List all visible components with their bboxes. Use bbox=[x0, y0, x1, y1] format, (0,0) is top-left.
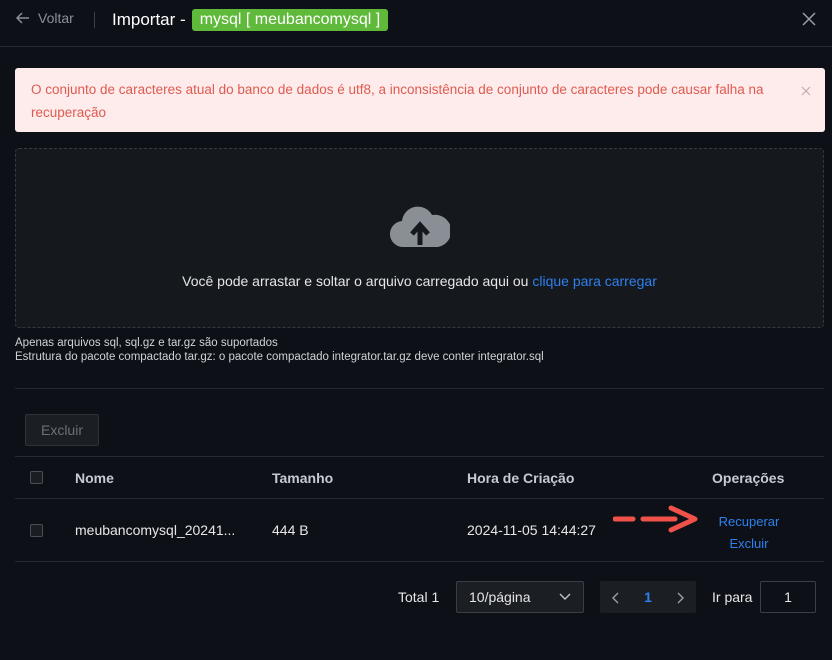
cloud-upload-icon bbox=[389, 201, 452, 254]
title-prefix: Importar - bbox=[112, 10, 186, 29]
row-size: 444 B bbox=[272, 522, 309, 538]
chevron-left-icon[interactable] bbox=[612, 591, 620, 609]
upload-dropzone[interactable]: Você pode arrastar e soltar o arquivo ca… bbox=[15, 148, 824, 328]
chevron-right-icon[interactable] bbox=[676, 591, 684, 609]
row-name: meubancomysql_20241... bbox=[75, 522, 236, 538]
pagination: Total 1 10/página 1 Ir para bbox=[0, 581, 832, 613]
section-divider bbox=[15, 388, 824, 389]
dialog-header: Voltar Importar - mysql [ meubancomysql … bbox=[0, 0, 832, 47]
goto-label: Ir para bbox=[712, 589, 753, 605]
charset-warning-alert: O conjunto de caracteres atual do banco … bbox=[15, 68, 825, 132]
current-page[interactable]: 1 bbox=[640, 589, 656, 605]
dialog-title: Importar - mysql [ meubancomysql ] bbox=[112, 9, 389, 31]
close-icon[interactable] bbox=[802, 12, 816, 31]
page-size-value: 10/página bbox=[469, 589, 531, 605]
arrow-left-icon bbox=[16, 12, 30, 24]
tar-structure-hint: Estrutura do pacote compactado tar.gz: o… bbox=[15, 351, 544, 363]
column-name: Nome bbox=[75, 469, 114, 486]
alert-close-icon[interactable] bbox=[801, 80, 811, 103]
row-operations: Recuperar Excluir bbox=[715, 511, 783, 555]
delete-link[interactable]: Excluir bbox=[715, 533, 783, 555]
header-divider bbox=[94, 12, 95, 28]
select-all-checkbox[interactable] bbox=[30, 457, 43, 498]
dropzone-instructions: Você pode arrastar e soltar o arquivo ca… bbox=[182, 273, 529, 289]
row-checkbox[interactable] bbox=[30, 499, 43, 561]
column-created: Hora de Criação bbox=[467, 469, 575, 486]
database-tag: mysql [ meubancomysql ] bbox=[191, 9, 389, 31]
page-size-select[interactable]: 10/página bbox=[456, 581, 584, 613]
bulk-delete-button[interactable]: Excluir bbox=[25, 414, 99, 446]
chevron-down-icon bbox=[559, 593, 571, 600]
page-nav: 1 bbox=[600, 581, 696, 613]
column-operations: Operações bbox=[712, 469, 785, 486]
annotation-arrow-icon bbox=[612, 505, 699, 538]
click-to-upload-link[interactable]: clique para carregar bbox=[532, 273, 657, 289]
back-button[interactable]: Voltar bbox=[16, 10, 74, 26]
table-header: Nome Tamanho Hora de Criação Operações bbox=[15, 456, 824, 499]
backup-table: Nome Tamanho Hora de Criação Operações m… bbox=[15, 456, 824, 562]
upload-hints: Apenas arquivos sql, sql.gz e tar.gz são… bbox=[15, 336, 544, 364]
back-label: Voltar bbox=[38, 10, 74, 26]
restore-link[interactable]: Recuperar bbox=[715, 511, 783, 533]
dropzone-text: Você pode arrastar e soltar o arquivo ca… bbox=[16, 273, 823, 289]
supported-formats-hint: Apenas arquivos sql, sql.gz e tar.gz são… bbox=[15, 337, 278, 349]
column-size: Tamanho bbox=[272, 469, 334, 486]
table-row: meubancomysql_20241... 444 B 2024-11-05 … bbox=[15, 499, 824, 562]
row-created: 2024-11-05 14:44:27 bbox=[467, 522, 596, 538]
alert-message: O conjunto de caracteres atual do banco … bbox=[31, 82, 764, 120]
goto-page-input[interactable] bbox=[760, 581, 816, 613]
total-count: Total 1 bbox=[398, 589, 440, 605]
